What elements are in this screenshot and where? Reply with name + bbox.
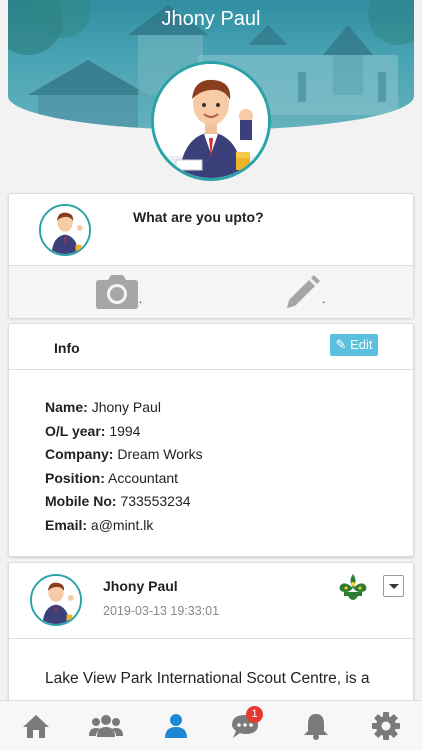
feed-post-header: Jhony Paul 2019-03-13 19:33:01	[9, 563, 413, 639]
chevron-down-icon	[389, 584, 399, 589]
info-row-position: Position: Accountant	[45, 469, 179, 486]
avatar-illustration	[154, 64, 268, 178]
scout-emblem-icon	[339, 574, 367, 600]
avatar-illustration	[32, 576, 80, 624]
composer-avatar	[39, 204, 91, 256]
post-author-avatar[interactable]	[30, 574, 82, 626]
post-composer: What are you upto? . .	[8, 193, 414, 318]
info-row-company: Company: Dream Works	[45, 446, 203, 462]
profile-name-title: Jhony Paul	[161, 8, 261, 30]
bell-icon[interactable]	[301, 711, 331, 741]
composer-top: What are you upto?	[9, 194, 413, 266]
camera-icon[interactable]	[95, 272, 139, 310]
edit-button[interactable]: ✎ Edit	[330, 334, 378, 356]
info-row-mobile: Mobile No: 733553234	[45, 493, 191, 509]
post-body-text: Lake View Park International Scout Centr…	[45, 670, 370, 687]
avatar-illustration	[41, 206, 89, 254]
profile-avatar[interactable]	[151, 61, 271, 181]
info-header: Info ✎ Edit	[9, 324, 413, 370]
info-card: Info ✎ Edit Name: Jhony Paul O/L year: 1…	[8, 323, 414, 557]
bottom-navbar: 1	[0, 700, 422, 750]
composer-prompt[interactable]: What are you upto?	[133, 209, 264, 225]
edit-label: Edit	[350, 337, 373, 352]
post-author-name[interactable]: Jhony Paul	[103, 578, 178, 594]
post-timestamp: 2019-03-13 19:33:01	[103, 604, 220, 618]
home-icon[interactable]	[21, 711, 51, 741]
composer-actions: . .	[9, 266, 413, 318]
info-row-email: Email: a@mint.lk	[45, 516, 154, 533]
profile-icon[interactable]	[161, 711, 191, 741]
camera-dot: .	[139, 292, 143, 306]
info-row-ol-year: O/L year: 1994	[45, 422, 141, 439]
chat-notification-badge: 1	[246, 706, 263, 723]
gear-icon[interactable]	[371, 711, 401, 741]
post-options-dropdown[interactable]	[383, 575, 404, 597]
info-row-name: Name: Jhony Paul	[45, 399, 161, 415]
info-title: Info	[54, 340, 80, 356]
pencil-icon[interactable]	[285, 274, 321, 310]
edit-icon: ✎	[335, 337, 347, 352]
pencil-dot: .	[322, 292, 326, 306]
info-fields: Name: Jhony Paul O/L year: 1994 Company:…	[45, 396, 203, 537]
users-icon[interactable]	[89, 711, 123, 741]
